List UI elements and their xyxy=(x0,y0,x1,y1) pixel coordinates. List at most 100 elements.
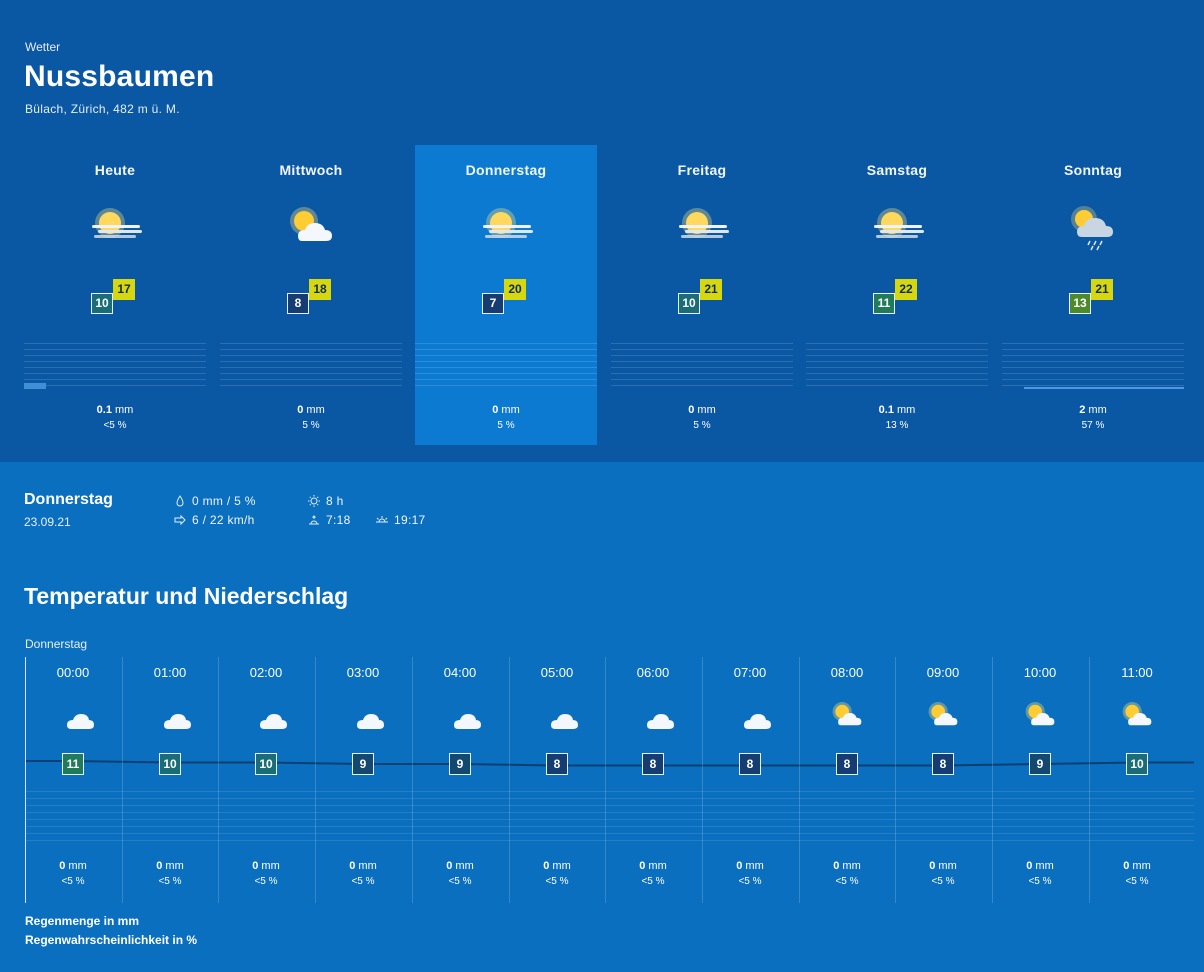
wind-arrow-icon xyxy=(174,514,186,526)
detail-precip: 0 mm / 5 % xyxy=(172,494,256,508)
day-card-freitag[interactable]: Freitag 10 21 0 mm 5 % xyxy=(611,145,793,445)
hour-rain-probability: <5 % xyxy=(545,876,569,887)
hour-rain-unit: mm xyxy=(261,860,280,872)
rain-graph xyxy=(1002,343,1184,391)
hour-rain-value: 0 xyxy=(833,860,840,872)
sun-behind-fog-icon xyxy=(667,201,737,251)
day-card-mittwoch[interactable]: Mittwoch 8 18 0 mm 5 % xyxy=(220,145,402,445)
rain-amount: 0 mm xyxy=(415,404,597,416)
rain-amount-value: 0 xyxy=(297,404,304,416)
sun-behind-fog-icon xyxy=(862,201,932,251)
hour-rain-value: 0 xyxy=(349,860,356,872)
hour-column[interactable]: 11:00 10 0 mm <5 % xyxy=(1089,657,1185,903)
rain-amount-value: 0.1 xyxy=(96,404,112,416)
sun-icon xyxy=(308,495,320,507)
hour-column[interactable]: 07:00 8 0 mm <5 % xyxy=(702,657,798,903)
max-temp-badge: 17 xyxy=(113,279,135,300)
hour-rain-unit: mm xyxy=(1132,860,1151,872)
day-name: Donnerstag xyxy=(465,162,547,178)
hour-column[interactable]: 08:00 8 0 mm <5 % xyxy=(799,657,895,903)
hour-rain-unit: mm xyxy=(358,860,377,872)
rain-amount-unit: mm xyxy=(501,404,520,416)
hour-column[interactable]: 03:00 9 0 mm <5 % xyxy=(315,657,411,903)
rain-graph xyxy=(220,343,402,391)
detail-sunset: 19:17 xyxy=(374,513,426,527)
rain-probability: 5 % xyxy=(302,420,320,431)
day-temperatures: 13 21 xyxy=(1069,279,1115,317)
sun-cloud-icon xyxy=(919,695,967,735)
moon-cloud-icon xyxy=(339,695,387,735)
hour-rain-amount: 0 mm xyxy=(122,860,218,872)
rain-probability: 13 % xyxy=(885,420,909,431)
detail-sunrise-value: 7:18 xyxy=(326,513,351,527)
hour-temp-badge: 9 xyxy=(1029,753,1051,775)
hour-column[interactable]: 06:00 8 0 mm <5 % xyxy=(605,657,701,903)
hour-rain-probability: <5 % xyxy=(351,876,375,887)
rain-probability: 5 % xyxy=(497,420,515,431)
moon-cloud-icon xyxy=(533,695,581,735)
day-temperatures: 7 20 xyxy=(482,279,528,317)
hour-rain-value: 0 xyxy=(59,860,66,872)
rain-amount-value: 0 xyxy=(492,404,499,416)
hour-temp-badge: 10 xyxy=(255,753,277,775)
hour-rain-probability: <5 % xyxy=(1125,876,1149,887)
hour-time: 08:00 xyxy=(830,665,864,680)
sun-behind-fog-icon xyxy=(80,201,150,251)
hour-rain-probability: <5 % xyxy=(448,876,472,887)
hour-rain-value: 0 xyxy=(1026,860,1033,872)
detail-sunset-value: 19:17 xyxy=(394,513,426,527)
day-card-sonntag[interactable]: Sonntag 13 21 2 mm 57 % xyxy=(1002,145,1184,445)
hour-time: 05:00 xyxy=(540,665,574,680)
hour-rain-amount: 0 mm xyxy=(702,860,798,872)
hour-rain-unit: mm xyxy=(165,860,184,872)
min-temp-badge: 11 xyxy=(873,293,895,314)
legend-rain-probability: Regenwahrscheinlichkeit in % xyxy=(25,933,198,947)
hour-column[interactable]: 00:00 11 0 mm <5 % xyxy=(25,657,121,903)
hour-column[interactable]: 10:00 9 0 mm <5 % xyxy=(992,657,1088,903)
hour-rain-amount: 0 mm xyxy=(992,860,1088,872)
min-temp-badge: 7 xyxy=(482,293,504,314)
sun-cloud-icon xyxy=(1113,695,1161,735)
day-card-heute[interactable]: Heute 10 17 0.1 mm <5 % xyxy=(24,145,206,445)
raindrop-icon xyxy=(176,495,184,507)
hour-rain-value: 0 xyxy=(156,860,163,872)
hour-rain-value: 0 xyxy=(639,860,646,872)
hour-column[interactable]: 04:00 9 0 mm <5 % xyxy=(412,657,508,903)
hour-time: 06:00 xyxy=(636,665,670,680)
hour-temp-badge: 8 xyxy=(932,753,954,775)
hour-rain-unit: mm xyxy=(1035,860,1054,872)
max-temp-badge: 21 xyxy=(700,279,722,300)
rain-amount-value: 0 xyxy=(688,404,695,416)
rain-amount: 0 mm xyxy=(611,404,793,416)
section-title: Temperatur und Niederschlag xyxy=(24,583,349,609)
rain-graph xyxy=(611,343,793,391)
moon-cloud-icon xyxy=(49,695,97,735)
hourly-forecast-chart[interactable]: 00:00 11 0 mm <5 % 01:00 10 0 mm <5 % 02:00 10 0 m… xyxy=(25,657,1194,903)
day-card-samstag[interactable]: Samstag 11 22 0.1 mm 13 % xyxy=(806,145,988,445)
day-card-donnerstag[interactable]: Donnerstag 7 20 0 mm 5 % xyxy=(415,145,597,445)
hour-column[interactable]: 05:00 8 0 mm <5 % xyxy=(509,657,605,903)
hour-rain-amount: 0 mm xyxy=(605,860,701,872)
max-temp-badge: 22 xyxy=(895,279,917,300)
rain-probability: 5 % xyxy=(693,420,711,431)
hour-time: 02:00 xyxy=(249,665,283,680)
min-temp-badge: 10 xyxy=(91,293,113,314)
hour-column[interactable]: 02:00 10 0 mm <5 % xyxy=(218,657,314,903)
hour-rain-probability: <5 % xyxy=(738,876,762,887)
sun-cloud-rain-icon xyxy=(1058,201,1128,251)
rain-amount-unit: mm xyxy=(306,404,325,416)
hour-column[interactable]: 01:00 10 0 mm <5 % xyxy=(122,657,218,903)
hour-column[interactable]: 09:00 8 0 mm <5 % xyxy=(895,657,991,903)
detail-sunshine: 8 h xyxy=(306,494,344,508)
rain-amount-unit: mm xyxy=(697,404,716,416)
rain-graph xyxy=(24,343,206,391)
hour-rain-amount: 0 mm xyxy=(412,860,508,872)
detail-wind: 6 / 22 km/h xyxy=(172,513,255,527)
hour-time: 04:00 xyxy=(443,665,477,680)
hour-rain-unit: mm xyxy=(842,860,861,872)
rain-amount-value: 2 xyxy=(1079,404,1086,416)
hour-rain-amount: 0 mm xyxy=(25,860,121,872)
sun-behind-cloud-icon xyxy=(276,201,346,251)
hour-rain-probability: <5 % xyxy=(641,876,665,887)
hour-rain-amount: 0 mm xyxy=(509,860,605,872)
